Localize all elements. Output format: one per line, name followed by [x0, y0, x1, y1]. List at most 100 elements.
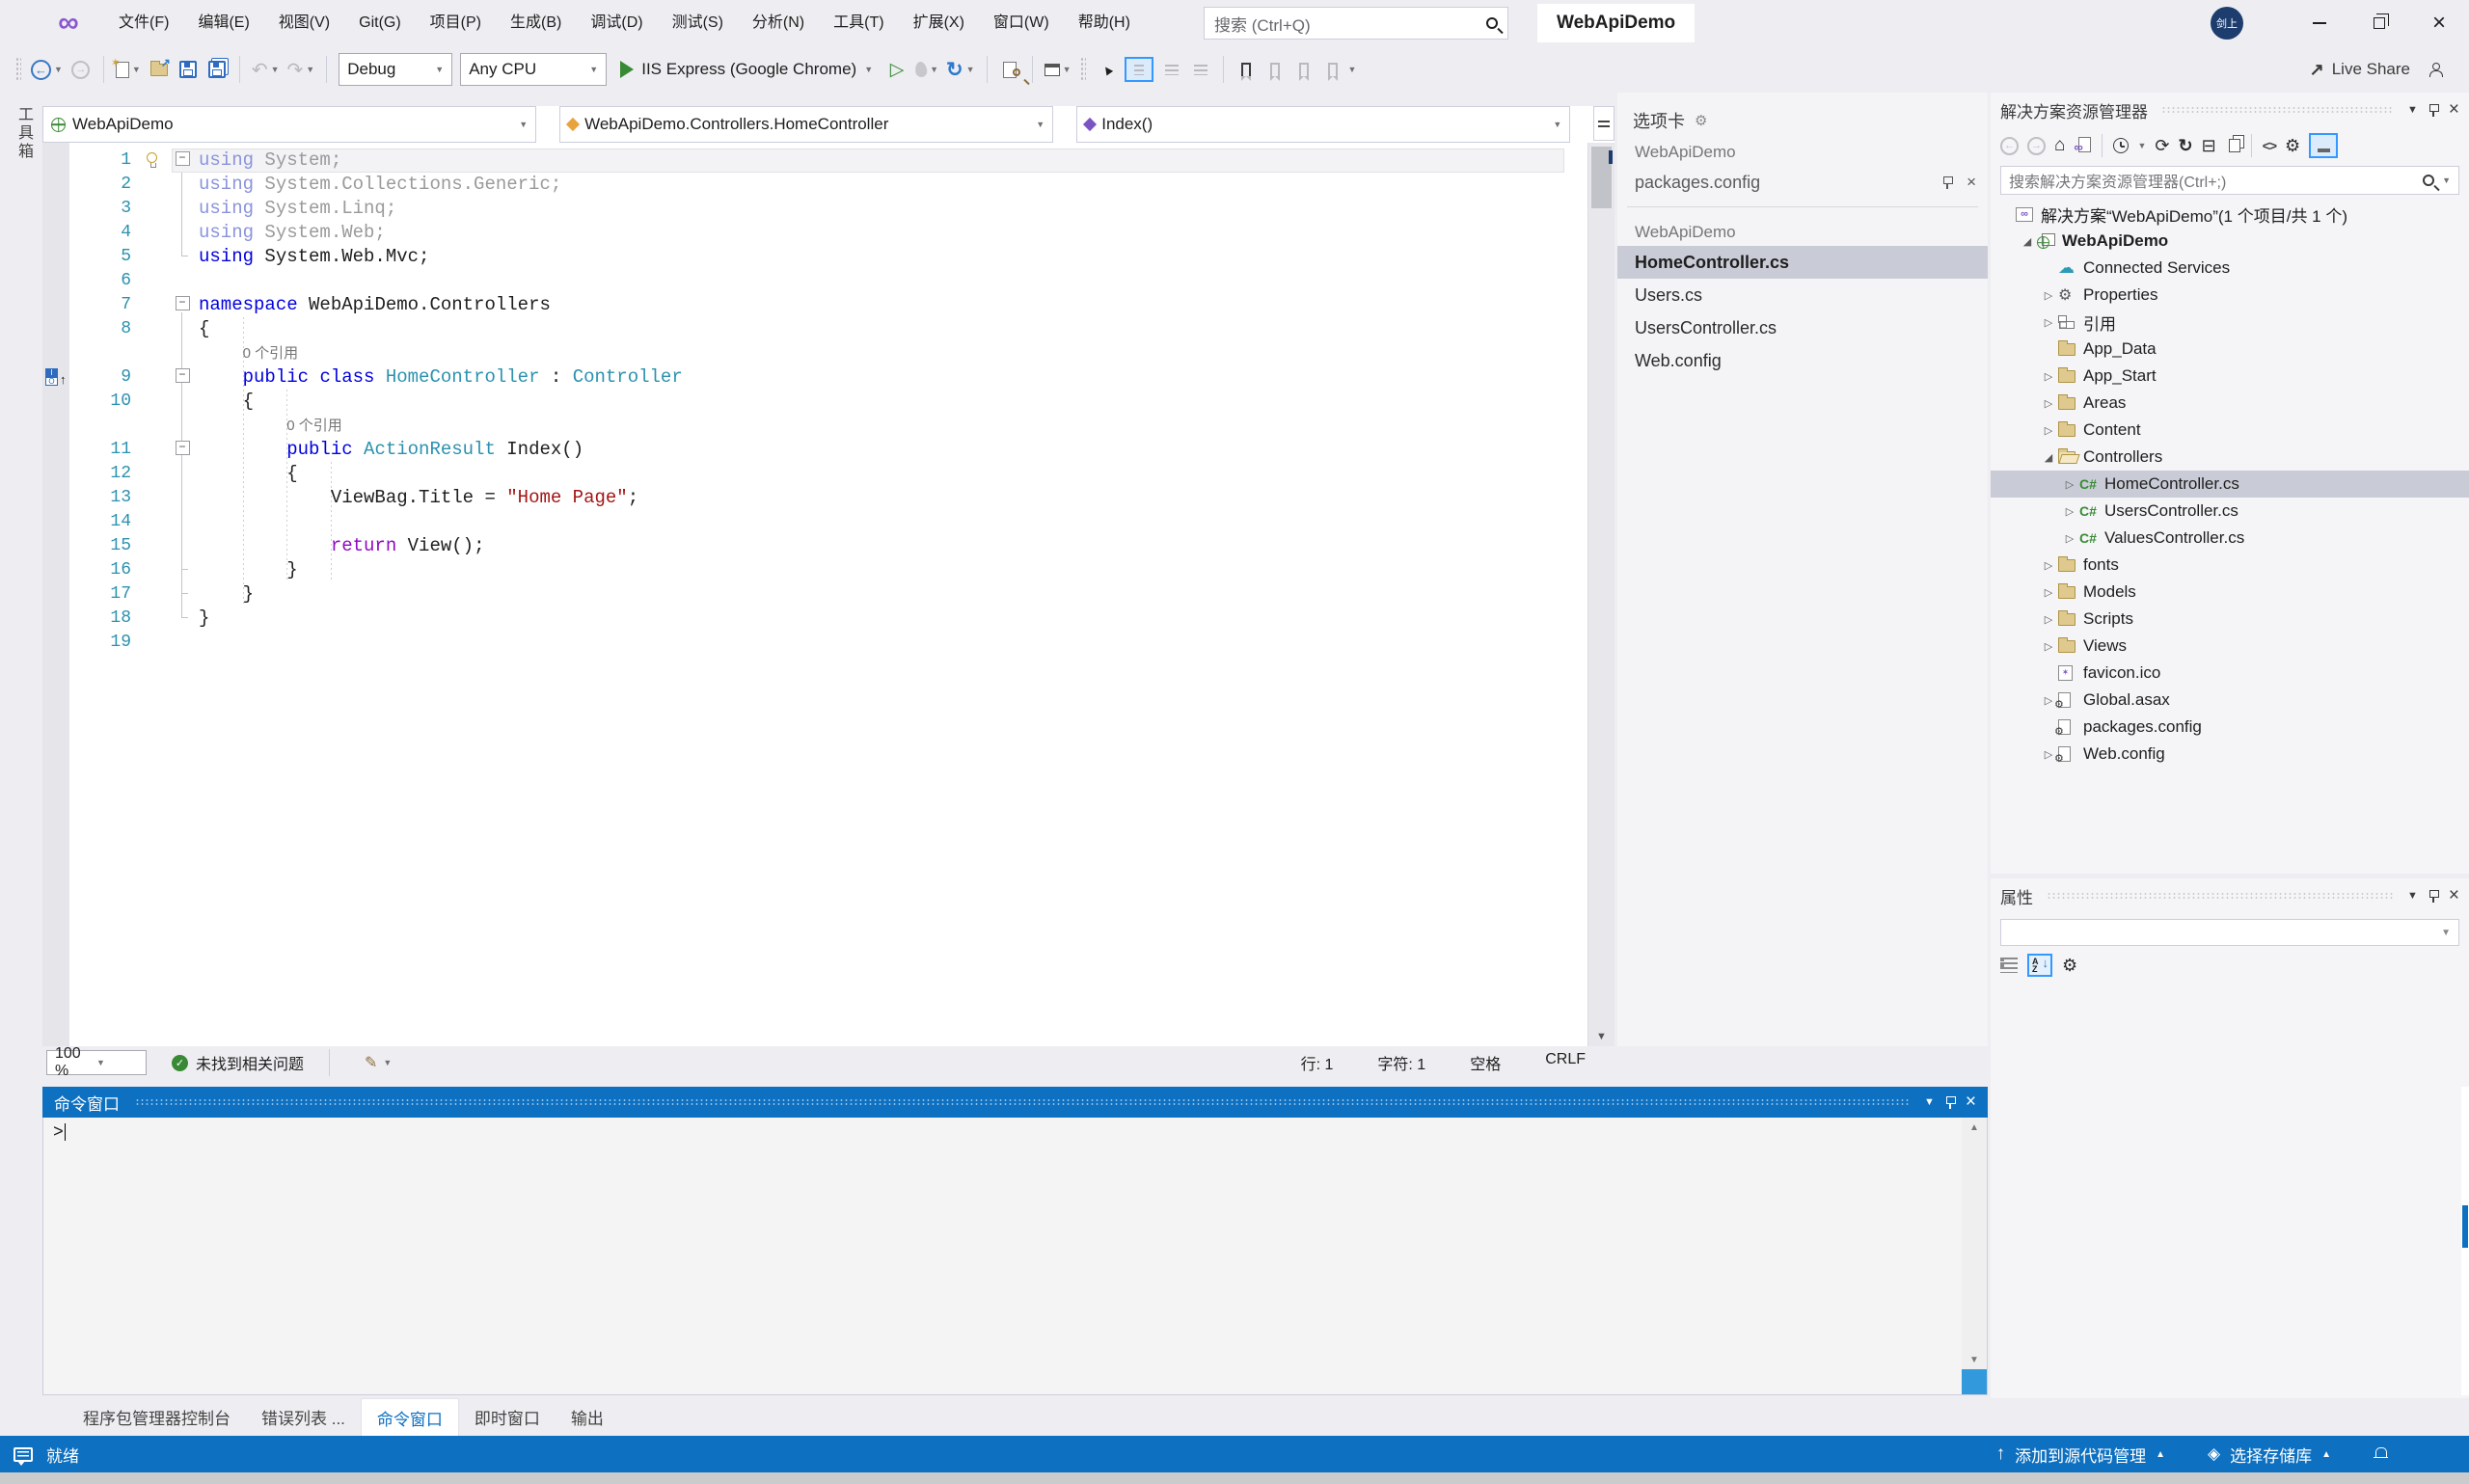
toolbar-grip[interactable]: [1080, 57, 1086, 82]
tree-item-Web.config[interactable]: ▷⚙Web.config: [1991, 741, 2469, 768]
gutter-cell[interactable]: [42, 510, 69, 534]
gutter-cell[interactable]: [42, 534, 69, 558]
tree-expander-icon[interactable]: ▷: [2039, 424, 2058, 437]
restore-button[interactable]: [2349, 0, 2409, 46]
toolbar-overflow[interactable]: ▼: [1347, 65, 1356, 74]
undo-button[interactable]: ↶▼: [248, 51, 284, 88]
navigate-back-button[interactable]: ←▼: [27, 51, 67, 88]
tree-expander-icon[interactable]: ▷: [2039, 316, 2058, 329]
gutter-cell[interactable]: [42, 173, 69, 197]
show-all-files-icon[interactable]: [2229, 139, 2240, 152]
tree-item-App_Start[interactable]: ▷App_Start: [1991, 363, 2469, 390]
tree-expander-icon[interactable]: ▷: [2039, 397, 2058, 410]
quick-search-input[interactable]: 搜索 (Ctrl+Q): [1204, 7, 1508, 40]
gutter-cell[interactable]: [42, 607, 69, 631]
menu-item[interactable]: 调试(D): [576, 0, 657, 46]
line-indicator[interactable]: 行: 1: [1301, 1051, 1334, 1074]
command-window-scrollbar[interactable]: ▲ ▼: [1962, 1119, 1987, 1394]
pin-icon[interactable]: [1944, 1095, 1956, 1109]
select-repository-button[interactable]: ◈ 选择存储库 ▲: [2208, 1443, 2331, 1467]
code-cleanup-icon[interactable]: ✎: [365, 1053, 377, 1072]
new-dropdown[interactable]: ▼: [132, 65, 141, 74]
pending-changes-filter-icon[interactable]: [2113, 138, 2129, 153]
scroll-down-arrow[interactable]: ▼: [1588, 1031, 1614, 1042]
chevron-down-icon[interactable]: ▼: [2407, 104, 2418, 116]
fold-collapse-toggle[interactable]: −: [172, 148, 193, 173]
tree-expander-icon[interactable]: ▷: [2039, 586, 2058, 599]
tree-expander-icon[interactable]: ◢: [2039, 451, 2058, 464]
tree-item-WebApiDemo[interactable]: ◢WebApiDemo: [1991, 228, 2469, 255]
tool-window-tab[interactable]: 程序包管理器控制台: [68, 1398, 246, 1436]
command-window-titlebar[interactable]: 命令窗口 ▼ ×: [42, 1087, 1988, 1118]
column-indicator[interactable]: 字符: 1: [1377, 1051, 1425, 1074]
redo-button[interactable]: ↷▼: [284, 51, 319, 88]
tree-expander-icon[interactable]: ▷: [2039, 640, 2058, 653]
gutter-cell[interactable]: [42, 462, 69, 486]
gutter-cell[interactable]: [42, 631, 69, 655]
fold-collapse-toggle[interactable]: −: [172, 293, 193, 317]
attach-to-process-button[interactable]: ▼: [1041, 51, 1075, 88]
gutter-cell[interactable]: [42, 317, 69, 341]
scrollbar-thumb[interactable]: [2462, 1205, 2468, 1248]
tree-item-[interactable]: ▷引用: [1991, 309, 2469, 336]
tool-window-tab[interactable]: 命令窗口: [361, 1398, 459, 1436]
add-to-source-control-button[interactable]: ↑ 添加到源代码管理 ▲: [1996, 1443, 2165, 1467]
tree-item-App_Data[interactable]: App_Data: [1991, 336, 2469, 363]
document-health-indicator[interactable]: ✓未找到相关问题: [172, 1051, 304, 1074]
gutter-cell[interactable]: [42, 148, 69, 173]
toolbar-grip[interactable]: [15, 57, 21, 82]
hot-reload-button[interactable]: ▼: [911, 51, 942, 88]
next-bookmark-button[interactable]: [1289, 51, 1318, 88]
start-without-debugging-button[interactable]: ▷: [882, 51, 911, 88]
selection-pointer-button[interactable]: ▲: [1092, 51, 1121, 88]
increase-indent-button[interactable]: [1186, 51, 1215, 88]
toolbox-vertical-tab[interactable]: 工具箱: [12, 106, 35, 161]
close-icon[interactable]: ×: [1966, 1092, 1976, 1113]
menu-item[interactable]: 窗口(W): [979, 0, 1064, 46]
tool-window-tab[interactable]: 错误列表 ...: [246, 1398, 361, 1436]
document-tab[interactable]: Users.cs: [1617, 279, 1988, 311]
previous-bookmark-button[interactable]: [1261, 51, 1289, 88]
properties-object-select[interactable]: ▼: [2000, 919, 2459, 946]
fold-collapse-toggle[interactable]: −: [172, 365, 193, 390]
tool-window-tab[interactable]: 输出: [556, 1398, 619, 1436]
codelens-references-link[interactable]: 0 个引用: [193, 414, 342, 438]
document-tab[interactable]: packages.config×: [1617, 166, 1988, 199]
editor-scrollbar[interactable]: ▼: [1587, 143, 1614, 1046]
type-dropdown[interactable]: WebApiDemo.Controllers.HomeController ▼: [559, 106, 1053, 143]
clear-bookmarks-button[interactable]: [1318, 51, 1347, 88]
tree-expander-icon[interactable]: ▷: [2039, 289, 2058, 302]
preview-selected-items-toggle[interactable]: [2309, 133, 2338, 158]
home-icon[interactable]: ⌂: [2054, 135, 2065, 156]
open-file-button[interactable]: ↗: [145, 51, 174, 88]
pin-icon[interactable]: [2428, 103, 2439, 117]
menu-item[interactable]: 项目(P): [416, 0, 496, 46]
toggle-bookmark-button[interactable]: [1232, 51, 1261, 88]
save-all-button[interactable]: [203, 51, 231, 88]
alphabetical-sort-toggle[interactable]: AZ: [2027, 954, 2052, 977]
code-cleanup-dropdown[interactable]: ▼: [383, 1058, 392, 1067]
tree-item-Views[interactable]: ▷Views: [1991, 633, 2469, 660]
save-button[interactable]: [174, 51, 203, 88]
tree-expander-icon[interactable]: ▷: [2039, 559, 2058, 572]
sync-with-active-document-icon[interactable]: ⟳: [2155, 136, 2169, 156]
new-project-button[interactable]: ✶▼: [112, 51, 145, 88]
tool-window-tab[interactable]: 即时窗口: [459, 1398, 556, 1436]
menu-item[interactable]: 文件(F): [104, 0, 183, 46]
intellitrace-events-button[interactable]: [1121, 51, 1157, 88]
collapse-all-icon[interactable]: ⊟: [2202, 136, 2216, 156]
forward-icon[interactable]: →: [2027, 137, 2046, 155]
minimize-button[interactable]: [2290, 0, 2349, 46]
chevron-down-icon[interactable]: ▼: [1924, 1096, 1935, 1108]
tree-item-HomeController.cs[interactable]: ▷C#HomeController.cs: [1991, 471, 2469, 498]
tree-item-WebApiDemo11[interactable]: ∞解决方案“WebApiDemo”(1 个项目/共 1 个): [1991, 201, 2469, 228]
gutter-cell[interactable]: [42, 269, 69, 293]
tree-item-ValuesController.cs[interactable]: ▷C#ValuesController.cs: [1991, 525, 2469, 552]
restart-dropdown[interactable]: ▼: [966, 65, 975, 74]
account-avatar[interactable]: 剑上: [2211, 7, 2243, 40]
decrease-indent-button[interactable]: [1157, 51, 1186, 88]
chevron-down-icon[interactable]: ▼: [2407, 890, 2418, 902]
notifications-bell-icon[interactable]: [2374, 1447, 2388, 1462]
solution-configuration-select[interactable]: Debug▼: [339, 53, 452, 86]
solution-search-input[interactable]: 搜索解决方案资源管理器(Ctrl+;) ▼: [2000, 166, 2459, 195]
